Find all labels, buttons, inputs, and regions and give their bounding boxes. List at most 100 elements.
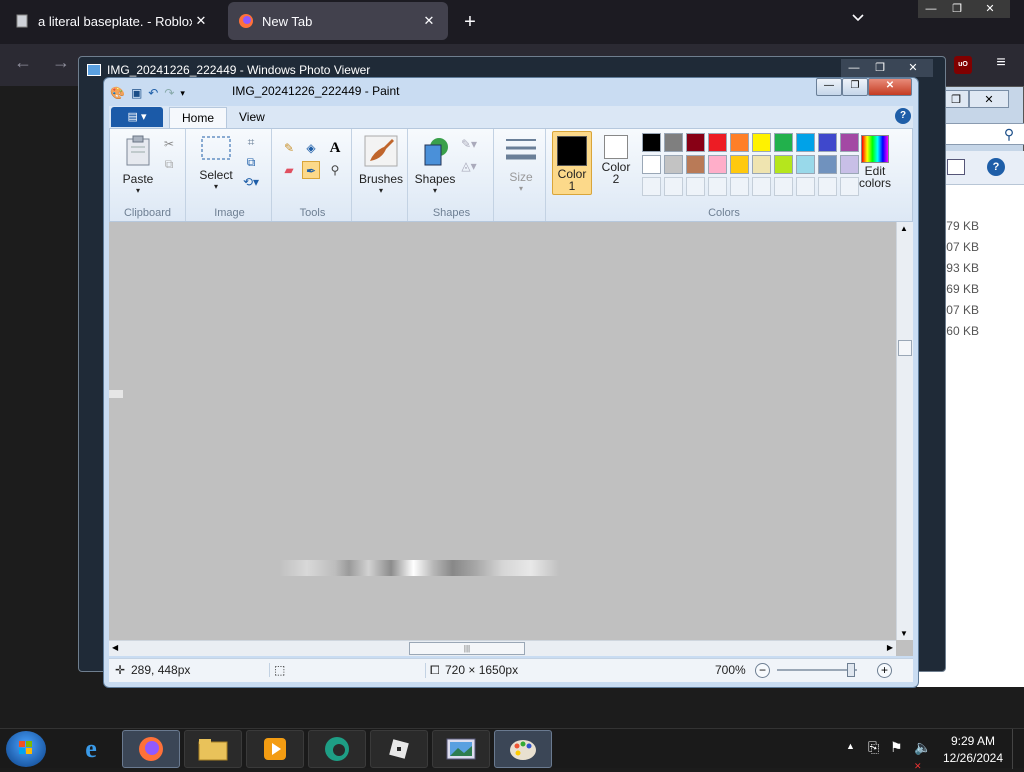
shapes-button[interactable]: Shapes ▾ — [414, 135, 456, 195]
taskbar-media-player[interactable] — [246, 730, 304, 768]
select-button[interactable]: Select ▾ — [196, 135, 236, 191]
resize-icon[interactable]: ⧉ — [242, 153, 260, 171]
paint-menu-button[interactable]: ▤ ▾ — [111, 107, 163, 127]
palette-swatch[interactable] — [796, 133, 815, 152]
outline-icon[interactable]: ✎▾ — [460, 135, 478, 153]
maximize-button[interactable]: ❐ — [842, 78, 868, 96]
close-button[interactable]: ✕ — [893, 59, 933, 77]
zoom-slider-thumb[interactable] — [847, 663, 855, 677]
brushes-button[interactable]: Brushes ▾ — [358, 135, 404, 195]
magnifier-icon[interactable]: ⚲ — [326, 161, 344, 179]
vertical-scrollbar[interactable]: ▲ ▼ — [896, 222, 913, 640]
minimize-button[interactable]: — — [816, 78, 842, 96]
chevron-down-icon[interactable] — [846, 12, 870, 32]
fill-bucket-icon[interactable]: ◈ — [302, 139, 320, 157]
custom-color-slot[interactable] — [796, 177, 815, 196]
undo-icon[interactable]: ↶ — [148, 86, 158, 100]
save-icon[interactable]: ▣ — [131, 86, 142, 100]
pencil-icon[interactable]: ✎ — [280, 139, 298, 157]
palette-swatch[interactable] — [642, 155, 661, 174]
preview-pane-icon[interactable] — [947, 159, 965, 175]
custom-color-slot[interactable] — [730, 177, 749, 196]
new-tab-button[interactable]: + — [458, 8, 482, 36]
taskbar-photo-viewer[interactable] — [432, 730, 490, 768]
copy-icon[interactable]: ⧉ — [160, 155, 178, 173]
eraser-icon[interactable]: ▰ — [280, 161, 298, 179]
chevron-down-icon[interactable]: ▾ — [180, 88, 185, 99]
taskbar-edge[interactable] — [308, 730, 366, 768]
maximize-button[interactable]: ❐ — [867, 59, 893, 77]
vertical-scroll-thumb[interactable] — [898, 340, 912, 356]
start-button[interactable] — [6, 731, 46, 767]
color1-button[interactable]: Color 1 — [552, 131, 592, 195]
fill-icon[interactable]: ◬▾ — [460, 157, 478, 175]
minimize-button[interactable]: — — [918, 0, 944, 18]
horizontal-scroll-thumb[interactable]: ||| — [409, 642, 525, 655]
network-icon[interactable]: ⎘ — [868, 739, 879, 756]
custom-color-slot[interactable] — [708, 177, 727, 196]
show-desktop-button[interactable] — [1012, 729, 1024, 769]
tab-roblox[interactable]: a literal baseplate. - Roblox ✕ — [4, 2, 220, 40]
palette-swatch[interactable] — [708, 133, 727, 152]
palette-swatch[interactable] — [752, 133, 771, 152]
restore-button[interactable]: ❐ — [944, 0, 970, 18]
clock-date[interactable]: 12/26/2024 — [942, 751, 1004, 765]
color2-button[interactable]: Color 2 — [596, 135, 636, 185]
close-button[interactable]: ✕ — [970, 0, 1010, 18]
clock-time[interactable]: 9:29 AM — [950, 734, 996, 748]
zoom-slider[interactable] — [777, 663, 857, 677]
zoom-out-button[interactable]: − — [755, 663, 770, 678]
scroll-up-icon[interactable]: ▲ — [900, 224, 908, 233]
custom-color-slot[interactable] — [752, 177, 771, 196]
palette-swatch[interactable] — [818, 155, 837, 174]
taskbar-paint[interactable] — [494, 730, 552, 768]
search-icon[interactable]: ⚲ — [1000, 126, 1018, 144]
palette-swatch[interactable] — [686, 155, 705, 174]
rotate-icon[interactable]: ⟲▾ — [242, 173, 260, 191]
palette-swatch[interactable] — [730, 155, 749, 174]
close-button[interactable]: ✕ — [969, 90, 1009, 108]
palette-swatch[interactable] — [818, 133, 837, 152]
paste-button[interactable]: Paste ▾ — [118, 135, 158, 195]
restore-button[interactable]: ❐ — [943, 90, 969, 108]
ublock-extension-icon[interactable]: uO — [954, 56, 972, 74]
palette-swatch[interactable] — [752, 155, 771, 174]
taskbar-internet-explorer[interactable]: e — [62, 730, 120, 768]
forward-button[interactable]: → — [48, 52, 74, 78]
text-icon[interactable]: A — [326, 139, 344, 157]
scroll-right-icon[interactable]: ▶ — [887, 643, 893, 652]
close-tab-icon[interactable]: ✕ — [420, 13, 438, 29]
show-hidden-icons[interactable]: ▲ — [846, 741, 855, 751]
palette-swatch[interactable] — [796, 155, 815, 174]
close-button[interactable]: ✕ — [868, 78, 912, 96]
taskbar-firefox[interactable] — [122, 730, 180, 768]
color-picker-icon[interactable]: ✒ — [302, 161, 320, 179]
custom-color-slot[interactable] — [774, 177, 793, 196]
tab-view[interactable]: View — [227, 107, 277, 128]
size-button[interactable]: Size ▾ — [500, 135, 542, 193]
palette-swatch[interactable] — [664, 133, 683, 152]
back-button[interactable]: ← — [10, 52, 36, 78]
custom-color-slot[interactable] — [642, 177, 661, 196]
custom-color-slot[interactable] — [664, 177, 683, 196]
cut-icon[interactable]: ✂ — [160, 135, 178, 153]
palette-swatch[interactable] — [642, 133, 661, 152]
redo-icon[interactable]: ↷ — [164, 86, 174, 100]
crop-icon[interactable]: ⌗ — [242, 133, 260, 151]
help-icon[interactable]: ? — [895, 108, 911, 124]
custom-color-slot[interactable] — [686, 177, 705, 196]
palette-swatch[interactable] — [708, 155, 727, 174]
zoom-in-button[interactable]: + — [877, 663, 892, 678]
custom-color-slot[interactable] — [818, 177, 837, 196]
palette-swatch[interactable] — [664, 155, 683, 174]
taskbar-roblox[interactable] — [370, 730, 428, 768]
taskbar-file-explorer[interactable] — [184, 730, 242, 768]
drawing-canvas[interactable] — [109, 222, 913, 656]
palette-swatch[interactable] — [774, 133, 793, 152]
palette-swatch[interactable] — [774, 155, 793, 174]
action-center-flag-icon[interactable]: ⚑ — [890, 739, 903, 756]
tab-home[interactable]: Home — [169, 107, 228, 128]
edit-colors-button[interactable]: Edit colors — [854, 135, 896, 189]
help-icon[interactable]: ? — [987, 158, 1005, 176]
scroll-down-icon[interactable]: ▼ — [900, 629, 908, 638]
